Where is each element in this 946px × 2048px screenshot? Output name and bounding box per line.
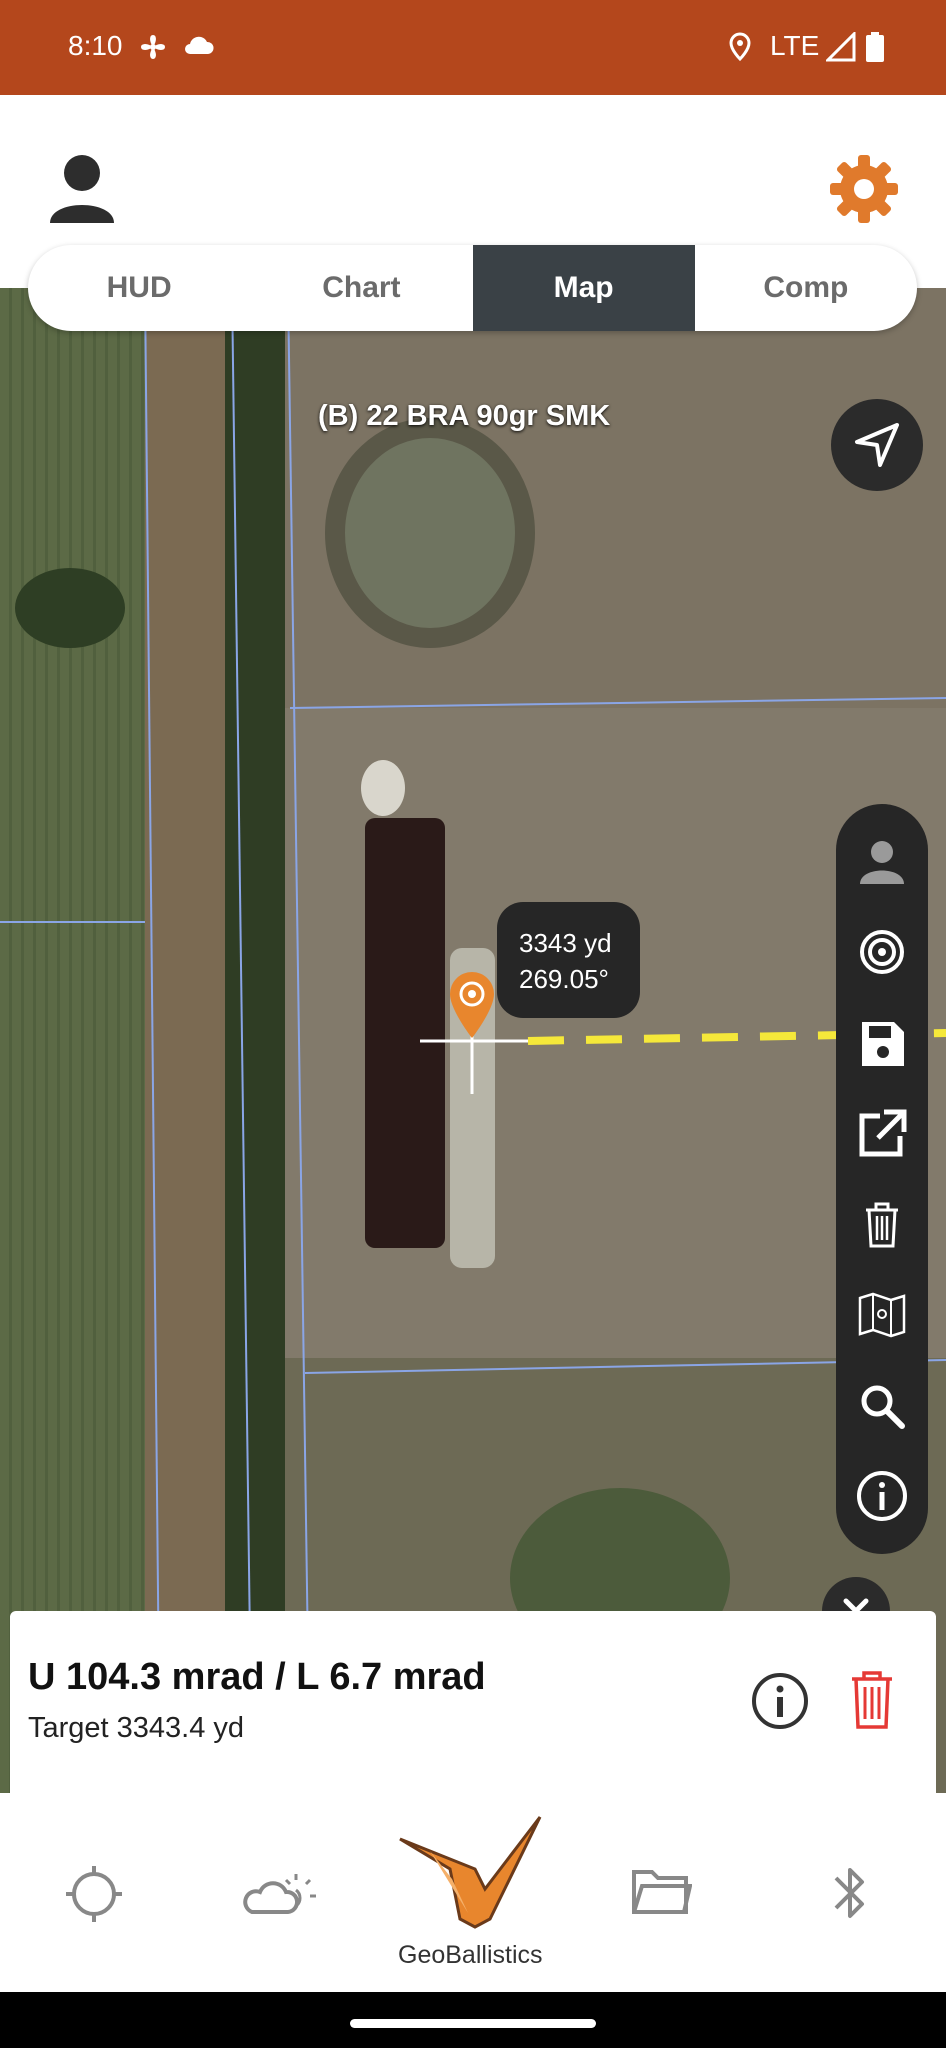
eagle-logo-icon	[399, 1816, 542, 1929]
share-icon[interactable]	[854, 1106, 910, 1162]
bluetooth-icon[interactable]	[830, 1862, 870, 1924]
battery-icon	[866, 32, 884, 62]
map-toolbar	[836, 804, 928, 1554]
settings-gear-icon[interactable]	[828, 153, 900, 225]
target-distance: 3343 yd	[519, 928, 612, 958]
status-bar: 8:10 LTE	[0, 0, 946, 95]
navigate-button[interactable]	[831, 399, 923, 491]
geoballistics-logo[interactable]: GeoBallistics	[390, 1809, 560, 1979]
crosshair-icon[interactable]	[64, 1864, 124, 1924]
tab-comp[interactable]: Comp	[695, 245, 917, 331]
save-icon[interactable]	[854, 1016, 910, 1072]
target-tooltip: 3343 yd 269.05°	[497, 902, 640, 1018]
tab-map[interactable]: Map	[472, 245, 695, 331]
solution-target-distance: Target 3343.4 yd	[28, 1712, 245, 1744]
tab-chart[interactable]: Chart	[250, 245, 472, 331]
network-type: LTE	[770, 30, 820, 61]
folder-icon[interactable]	[630, 1866, 692, 1918]
trash-icon[interactable]	[854, 1196, 910, 1252]
map-imagery	[0, 288, 946, 1793]
profile-button[interactable]	[46, 153, 118, 223]
fan-icon	[141, 35, 165, 59]
solution-panel: U 104.3 mrad / L 6.7 mrad Target 3343.4 …	[10, 1611, 936, 1796]
target-bearing: 269.05°	[519, 964, 609, 994]
map-icon[interactable]	[854, 1286, 910, 1342]
search-icon[interactable]	[854, 1378, 910, 1434]
home-gesture-pill[interactable]	[350, 2019, 596, 2028]
weather-icon[interactable]	[240, 1862, 324, 1924]
satellite-map[interactable]: (B) 22 BRA 90gr SMK	[0, 288, 946, 1793]
target-pin-icon[interactable]	[448, 970, 496, 1040]
info-icon[interactable]	[854, 1468, 910, 1524]
status-time: 8:10	[68, 30, 123, 61]
bottom-navigation: GeoBallistics	[0, 1794, 946, 1992]
signal-icon	[826, 32, 856, 62]
solution-info-icon[interactable]	[750, 1671, 810, 1731]
person-icon[interactable]	[854, 834, 910, 890]
cloud-icon	[185, 36, 214, 54]
ballistic-profile-label: (B) 22 BRA 90gr SMK	[318, 400, 611, 432]
delete-solution-icon[interactable]	[848, 1669, 896, 1731]
tab-hud[interactable]: HUD	[28, 245, 250, 331]
solution-headline: U 104.3 mrad / L 6.7 mrad	[28, 1656, 486, 1698]
brand-name: GeoBallistics	[398, 1941, 543, 1969]
view-tabs: HUD Chart Map Comp	[28, 245, 917, 331]
location-icon	[729, 32, 751, 62]
target-icon[interactable]	[854, 924, 910, 980]
navigation-arrow-icon	[855, 423, 899, 467]
